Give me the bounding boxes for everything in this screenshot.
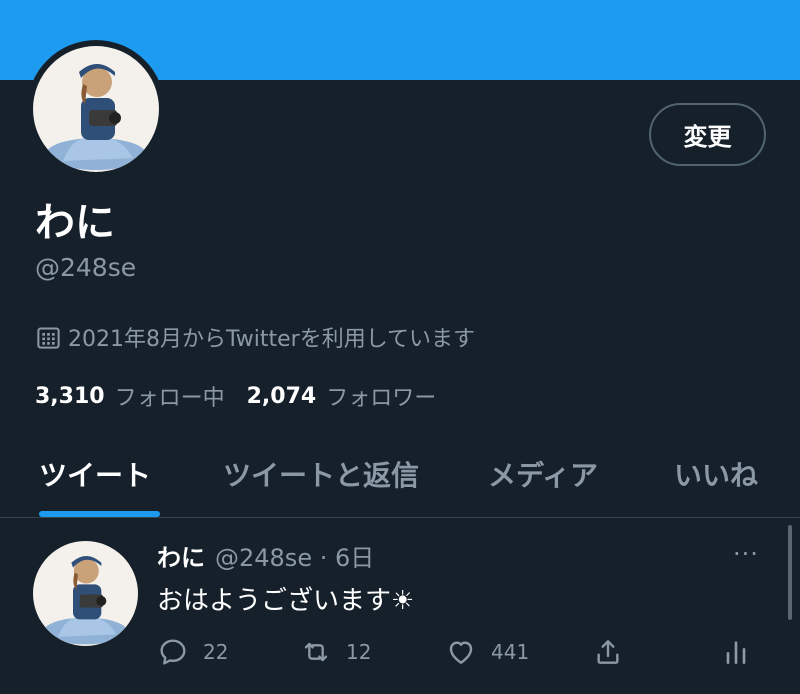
display-name: わに [35, 200, 115, 246]
profile-tabs: ツイート ツイートと返信 メディア いいね [0, 440, 800, 518]
joined-date: 2021年8月からTwitterを利用しています [35, 321, 475, 353]
like-count: 441 [491, 640, 530, 664]
like-button[interactable]: 441 [445, 636, 529, 668]
scrollbar[interactable] [788, 525, 792, 620]
tab-tweets-and-replies[interactable]: ツイートと返信 [223, 454, 419, 494]
tweet-handle-time[interactable]: @248se · 6日 [215, 538, 374, 573]
tab-likes[interactable]: いいね [674, 454, 758, 494]
tab-tweets[interactable]: ツイート [39, 454, 151, 494]
like-icon [449, 641, 473, 664]
tweet-text: おはようございます☀︎ [157, 586, 415, 616]
avatar-image [33, 46, 159, 172]
reply-icon [160, 639, 186, 665]
analytics-button[interactable] [720, 636, 766, 668]
calendar-icon [37, 326, 60, 349]
tweet-author-name[interactable]: わに [157, 538, 205, 573]
tweet-actions: 22 12 441 [0, 636, 800, 670]
reply-button[interactable]: 22 [157, 636, 228, 668]
follow-stats: 3,310 フォロー中 2,074 フォロワー [35, 380, 458, 412]
reply-count: 22 [203, 640, 229, 664]
edit-profile-button[interactable]: 変更 [649, 103, 766, 166]
share-button[interactable] [592, 636, 638, 668]
profile-avatar[interactable] [27, 40, 165, 178]
retweet-count: 12 [346, 640, 372, 664]
following-label[interactable]: フォロー中 [115, 380, 225, 412]
more-icon[interactable]: ··· [733, 540, 759, 568]
share-icon [597, 640, 619, 664]
tweet-header: わに @248se · 6日 [157, 538, 374, 573]
followers-count[interactable]: 2,074 [247, 384, 317, 409]
retweet-icon [304, 642, 328, 662]
tab-media[interactable]: メディア [488, 454, 598, 494]
joined-text: 2021年8月からTwitterを利用しています [68, 327, 476, 352]
tabs-divider [0, 517, 800, 518]
followers-label[interactable]: フォロワー [326, 380, 436, 412]
following-count[interactable]: 3,310 [35, 384, 105, 409]
user-handle: @248se [35, 253, 137, 282]
retweet-button[interactable]: 12 [300, 636, 371, 668]
tweet-avatar[interactable] [33, 541, 138, 646]
analytics-icon [726, 641, 746, 664]
